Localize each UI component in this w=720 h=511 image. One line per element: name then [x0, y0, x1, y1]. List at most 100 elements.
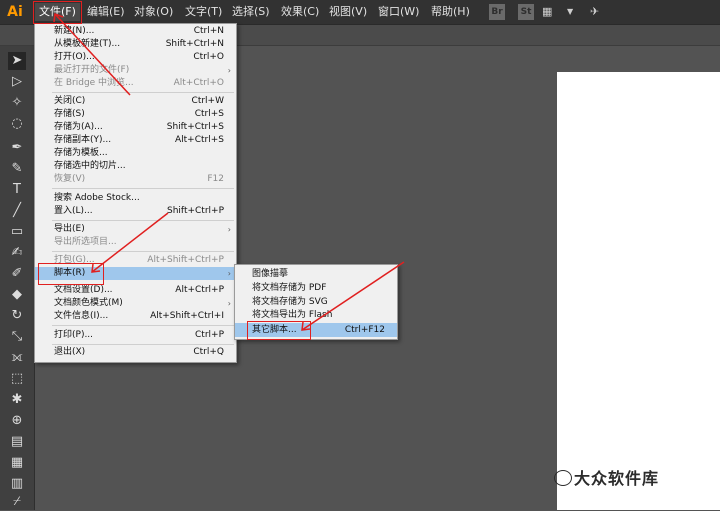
- eyedropper-tool-icon[interactable]: ⌿: [8, 493, 26, 511]
- submenu-arrow-icon: ›: [227, 66, 231, 75]
- curvature-tool-icon[interactable]: ✎: [8, 160, 26, 178]
- menu-item-open[interactable]: 打开(O)... Ctrl+O: [35, 51, 236, 64]
- scale-tool-icon[interactable]: ⤡: [8, 328, 26, 346]
- bridge-button[interactable]: Br: [489, 4, 505, 20]
- wechat-icon: [554, 470, 572, 486]
- menu-item-export-selection[interactable]: 导出所选项目...: [35, 236, 236, 249]
- shape-builder-tool-icon[interactable]: ⊕: [8, 412, 26, 430]
- magic-wand-tool-icon[interactable]: ✧: [8, 94, 26, 112]
- menu-item-shortcut: Ctrl+N: [193, 26, 224, 36]
- lasso-tool-icon[interactable]: ◌: [8, 115, 26, 133]
- width-tool-icon[interactable]: ⟗: [8, 349, 26, 367]
- menu-item-shortcut: Alt+Ctrl+P: [175, 285, 224, 295]
- menu-item-save-slices[interactable]: 存储选中的切片...: [35, 160, 236, 173]
- menu-item-shortcut: F12: [207, 174, 224, 184]
- menu-item-color-mode[interactable]: 文档颜色模式(M) ›: [35, 297, 236, 310]
- menu-item-exit[interactable]: 退出(X) Ctrl+Q: [35, 346, 236, 359]
- submenu-item-label: 将文档导出为 Flash: [252, 310, 333, 320]
- submenu-item-image-trace[interactable]: 图像描摹: [235, 267, 397, 281]
- menu-divider: [52, 92, 234, 93]
- perspective-grid-tool-icon[interactable]: ▤: [8, 433, 26, 451]
- chevron-down-icon[interactable]: ▼: [567, 4, 573, 20]
- workspace-grid-icon[interactable]: ▦: [542, 4, 552, 20]
- submenu-arrow-icon: ›: [227, 225, 231, 234]
- menu-item-label: 导出所选项目...: [54, 237, 117, 247]
- menu-item-open-recent[interactable]: 最近打开的文件(F) ›: [35, 64, 236, 77]
- menu-item-label: 文件信息(I)...: [54, 311, 109, 321]
- menu-item-export[interactable]: 导出(E) ›: [35, 223, 236, 236]
- menu-item-label: 从模板新建(T)...: [54, 39, 121, 49]
- menu-type[interactable]: 文字(T): [181, 3, 226, 21]
- menu-item-browse-bridge[interactable]: 在 Bridge 中浏览... Alt+Ctrl+O: [35, 77, 236, 90]
- submenu-item-save-pdf[interactable]: 将文档存储为 PDF: [235, 281, 397, 295]
- menu-item-search-stock[interactable]: 搜索 Adobe Stock...: [35, 192, 236, 205]
- menu-item-revert[interactable]: 恢复(V) F12: [35, 173, 236, 186]
- menu-item-document-setup[interactable]: 文档设置(D)... Alt+Ctrl+P: [35, 284, 236, 297]
- puppet-warp-tool-icon[interactable]: ✱: [8, 391, 26, 409]
- free-transform-tool-icon[interactable]: ⬚: [8, 370, 26, 388]
- menu-item-label: 搜索 Adobe Stock...: [54, 193, 140, 203]
- menu-item-label: 关闭(C): [54, 96, 86, 106]
- menu-bar: Ai 文件(F) 编辑(E) 对象(O) 文字(T) 选择(S) 效果(C) 视…: [0, 0, 720, 25]
- gradient-tool-icon[interactable]: ▥: [8, 475, 26, 493]
- shaper-tool-icon[interactable]: ✐: [8, 265, 26, 283]
- type-tool-icon[interactable]: T: [8, 181, 26, 199]
- menu-item-place[interactable]: 置入(L)... Shift+Ctrl+P: [35, 205, 236, 218]
- menu-item-shortcut: Ctrl+S: [194, 109, 224, 119]
- stock-button[interactable]: St: [518, 4, 534, 20]
- annotation-box-other-scripts: [247, 321, 311, 340]
- menu-item-label: 最近打开的文件(F): [54, 65, 130, 75]
- rectangle-tool-icon[interactable]: ▭: [8, 223, 26, 241]
- artboard[interactable]: [557, 72, 720, 510]
- menu-item-shortcut: Shift+Ctrl+N: [165, 39, 224, 49]
- menu-item-label: 存储为(A)...: [54, 122, 103, 132]
- menu-item-shortcut: Alt+Ctrl+S: [175, 135, 224, 145]
- menu-select[interactable]: 选择(S): [228, 3, 274, 21]
- menu-divider: [52, 188, 234, 189]
- paintbrush-tool-icon[interactable]: ✍: [8, 244, 26, 262]
- menu-item-save-as[interactable]: 存储为(A)... Shift+Ctrl+S: [35, 121, 236, 134]
- menu-item-print[interactable]: 打印(P)... Ctrl+P: [35, 329, 236, 342]
- menu-effect[interactable]: 效果(C): [277, 3, 323, 21]
- menu-item-label: 在 Bridge 中浏览...: [54, 78, 134, 88]
- menu-item-save-template[interactable]: 存储为模板...: [35, 147, 236, 160]
- menu-item-close[interactable]: 关闭(C) Ctrl+W: [35, 95, 236, 108]
- menu-item-shortcut: Shift+Ctrl+P: [167, 206, 224, 216]
- menu-view[interactable]: 视图(V): [325, 3, 371, 21]
- menu-item-label: 打开(O)...: [54, 52, 95, 62]
- menu-item-shortcut: Alt+Shift+Ctrl+I: [150, 311, 224, 321]
- annotation-box-file-menu: [33, 1, 82, 24]
- mesh-tool-icon[interactable]: ▦: [8, 454, 26, 472]
- gpu-performance-icon[interactable]: ✈: [590, 4, 599, 20]
- submenu-arrow-icon: ›: [227, 299, 231, 308]
- direct-selection-tool-icon[interactable]: ▷: [8, 73, 26, 91]
- toolbox: ➤ ▷ ✧ ◌ ✒ ✎ T ╱ ▭ ✍ ✐ ◆ ↻ ⤡ ⟗ ⬚ ✱ ⊕ ▤ ▦ …: [0, 46, 35, 510]
- menu-help[interactable]: 帮助(H): [427, 3, 474, 21]
- menu-item-label: 存储副本(Y)...: [54, 135, 112, 145]
- menu-item-label: 退出(X): [54, 347, 86, 357]
- menu-item-new-from-template[interactable]: 从模板新建(T)... Shift+Ctrl+N: [35, 38, 236, 51]
- menu-item-label: 文档设置(D)...: [54, 285, 113, 295]
- menu-item-save[interactable]: 存储(S) Ctrl+S: [35, 108, 236, 121]
- menu-item-save-copy[interactable]: 存储副本(Y)... Alt+Ctrl+S: [35, 134, 236, 147]
- menu-item-shortcut: Alt+Shift+Ctrl+P: [147, 255, 224, 265]
- line-tool-icon[interactable]: ╱: [8, 202, 26, 220]
- menu-divider: [52, 325, 234, 326]
- rotate-tool-icon[interactable]: ↻: [8, 307, 26, 325]
- menu-item-file-info[interactable]: 文件信息(I)... Alt+Shift+Ctrl+I: [35, 310, 236, 323]
- menu-window[interactable]: 窗口(W): [374, 3, 423, 21]
- submenu-item-shortcut: Ctrl+F12: [344, 325, 385, 335]
- menu-item-label: 存储(S): [54, 109, 85, 119]
- menu-object[interactable]: 对象(O): [130, 3, 177, 21]
- menu-divider: [52, 220, 234, 221]
- selection-tool-icon[interactable]: ➤: [8, 52, 26, 70]
- menu-edit[interactable]: 编辑(E): [83, 3, 129, 21]
- eraser-tool-icon[interactable]: ◆: [8, 286, 26, 304]
- pen-tool-icon[interactable]: ✒: [8, 139, 26, 157]
- illustrator-logo: Ai: [7, 4, 23, 20]
- submenu-item-save-svg[interactable]: 将文档存储为 SVG: [235, 295, 397, 309]
- annotation-box-scripts: [38, 263, 104, 285]
- submenu-item-export-flash[interactable]: 将文档导出为 Flash: [235, 308, 397, 322]
- menu-item-new[interactable]: 新建(N)... Ctrl+N: [35, 25, 236, 38]
- menu-item-shortcut: Ctrl+P: [195, 330, 224, 340]
